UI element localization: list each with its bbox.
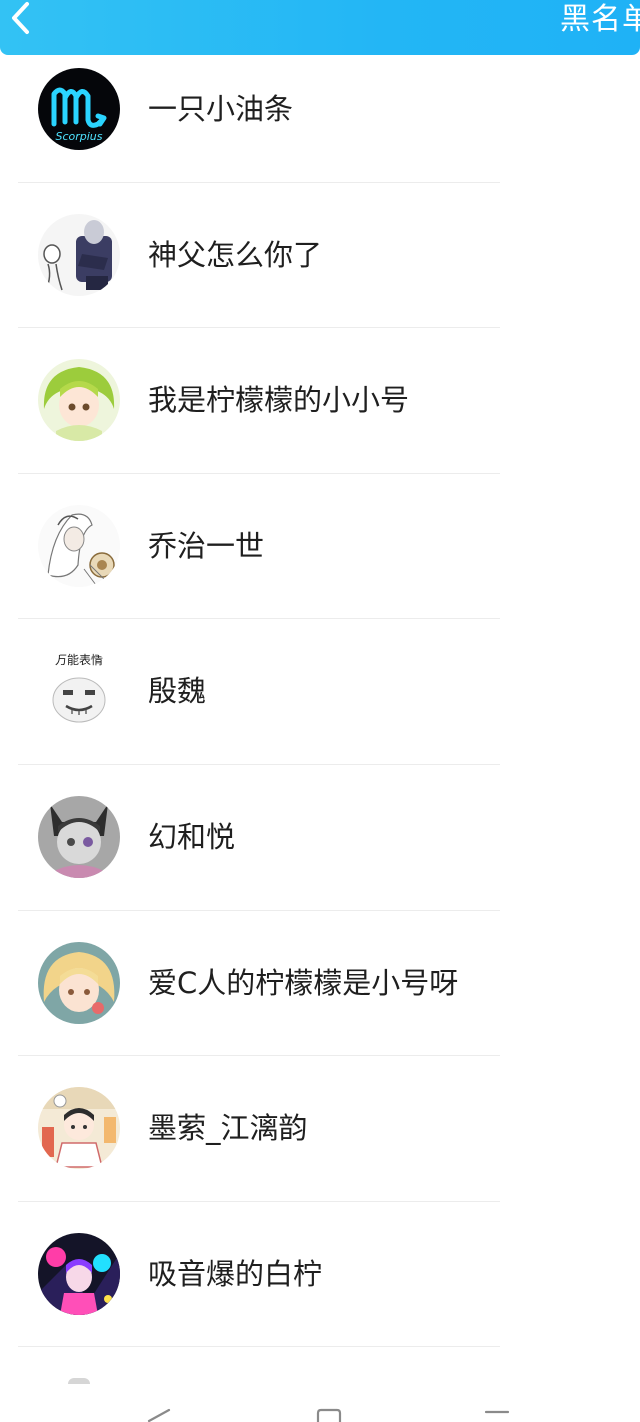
avatar	[38, 1087, 120, 1170]
user-name: 爱C人的柠檬檬是小号呀	[148, 965, 459, 1000]
triangle-back-icon[interactable]	[145, 1408, 173, 1422]
avatar	[38, 213, 120, 296]
avatar-text: 万能表情	[55, 653, 103, 667]
partial-avatar	[68, 1378, 90, 1384]
list-item[interactable]: 吸音爆的白柠	[0, 1202, 640, 1348]
system-navigation-bar	[0, 1390, 640, 1422]
user-name: 一只小油条	[148, 92, 294, 126]
chevron-left-icon	[12, 2, 29, 34]
list-item[interactable]: 墨萦_江漓韵	[0, 1056, 640, 1202]
user-name: 乔治一世	[148, 528, 265, 563]
list-item[interactable]: 神父怎么你了	[0, 183, 640, 329]
avatar-text: Scorpius	[55, 130, 102, 143]
list-item[interactable]: 万能表情 殷魏	[0, 619, 640, 765]
square-home-icon[interactable]	[316, 1408, 342, 1422]
hamburger-menu-icon[interactable]	[484, 1408, 510, 1422]
avatar	[38, 795, 120, 878]
avatar: 万能表情	[38, 650, 120, 733]
user-name: 我是柠檬檬的小小号	[148, 383, 410, 418]
list-item[interactable]: 幻和悦	[0, 765, 640, 911]
user-name: 吸音爆的白柠	[148, 1256, 323, 1291]
divider	[18, 1346, 500, 1348]
blacklist-screen: 黑名单 Scorpius 一只小油条 神父怎么你了 我是柠檬檬的小小号 乔治一世…	[0, 0, 640, 1422]
user-name: 殷魏	[148, 674, 207, 709]
back-button[interactable]	[0, 0, 40, 40]
page-title: 黑名单	[560, 2, 640, 37]
list-item[interactable]: Scorpius 一只小油条	[0, 37, 640, 183]
avatar	[38, 359, 120, 442]
user-name: 神父怎么你了	[148, 237, 323, 272]
list-item[interactable]: 我是柠檬檬的小小号	[0, 328, 640, 474]
blacklist-list: Scorpius 一只小油条 神父怎么你了 我是柠檬檬的小小号 乔治一世 万能表…	[0, 37, 640, 1348]
user-name: 幻和悦	[148, 819, 236, 854]
avatar	[38, 1232, 120, 1315]
list-item[interactable]: 乔治一世	[0, 474, 640, 620]
avatar: Scorpius	[38, 68, 120, 150]
avatar	[38, 941, 120, 1024]
user-name: 墨萦_江漓韵	[148, 1111, 308, 1146]
avatar	[38, 504, 120, 587]
list-item[interactable]: 爱C人的柠檬檬是小号呀	[0, 911, 640, 1057]
